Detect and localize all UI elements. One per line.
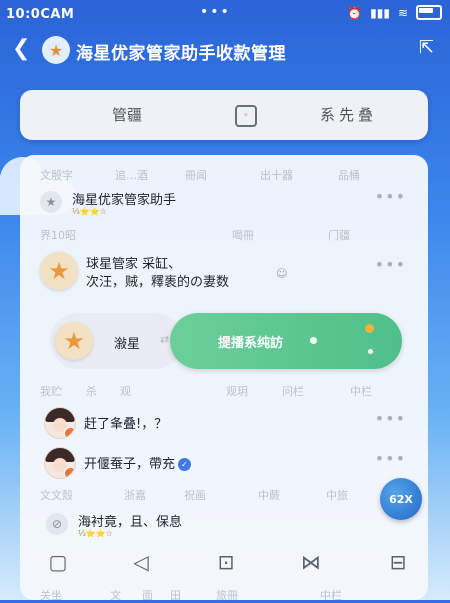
cta-button[interactable]: 提播系纯訪 (170, 313, 402, 369)
faint-label: 喝冊 (232, 229, 254, 242)
more-icon[interactable]: ••• (375, 449, 406, 468)
globe-button[interactable]: 62X (380, 478, 422, 520)
faint-label: 中旅 (326, 489, 348, 502)
faint-label: 浙嘉 (124, 489, 146, 502)
back-triangle-icon[interactable]: ◁ (129, 550, 153, 574)
faint-label: 文文殼 (40, 489, 73, 502)
tab-switch-icon[interactable]: ◦ (235, 105, 257, 127)
item-rating: ⅓⭐⭐☆ (72, 207, 107, 216)
status-dots: ••• (200, 4, 231, 20)
item-name: 赶了夆叠!，？ (84, 417, 168, 432)
indicator-dot (365, 324, 374, 333)
verified-icon: ✓ (178, 458, 192, 471)
tab-right[interactable]: 系先叠 (320, 104, 377, 125)
faint-label: 出十器 (260, 169, 293, 182)
faint-label: 面 (142, 589, 153, 602)
user-avatar (44, 407, 76, 439)
signal-icon: ▮▮▮ (370, 5, 390, 20)
main-panel: 文殷字 追…酒 冊闻 出十器 品桶 ★ 海星优家管家助手 ⅓⭐⭐☆ ••• 界1… (20, 155, 428, 602)
item-rating: ⅓⭐⭐☆ (78, 529, 113, 538)
starfish-avatar: ★ (55, 322, 93, 360)
menu-icon[interactable]: ⊟ (386, 550, 410, 574)
faint-label: 中栏 (350, 385, 372, 398)
square-icon[interactable]: ▢ (46, 550, 70, 574)
compass-icon: ⊘ (46, 513, 68, 535)
faint-label: 文殷字 (40, 169, 73, 182)
faint-label: 追…酒 (115, 169, 148, 182)
item-subtitle: 次汪，贼，釋袠的の妻数 (86, 275, 230, 290)
item-name: 海衬竟，且、保息 (78, 515, 183, 530)
home-icon[interactable]: ⊡ (214, 550, 238, 574)
alarm-icon: ⏰ (347, 5, 363, 20)
dot-decoration (310, 337, 317, 344)
status-bar: 10:0CAM ••• ⏰ ▮▮▮ ≋ (0, 0, 450, 30)
faint-label: 祝画 (184, 489, 206, 502)
item-name: 球星管家 采缸、 (86, 257, 182, 272)
faint-label: 关坐 (40, 589, 62, 602)
app-logo-icon: ★ (42, 36, 70, 64)
more-icon[interactable]: ••• (375, 255, 406, 274)
faint-label: 田 (170, 589, 181, 602)
page-title: 海星优家管家助手收款管理 (76, 44, 286, 64)
list-item[interactable]: ★ 海星优家管家助手 ⅓⭐⭐☆ ••• (20, 183, 428, 219)
contact-name: 潊星 (114, 337, 141, 352)
list-item[interactable]: 开偃蚕子，帶充 ✓ ••• (20, 445, 428, 481)
wifi-icon: ≋ (397, 5, 408, 20)
nav-bar: ❮ ★ 海星优家管家助手收款管理 ⇱ (0, 30, 450, 70)
emoji-icon: ☺ (276, 267, 288, 280)
cta-label: 提播系纯訪 (218, 336, 284, 351)
faint-label: 中蕨 (258, 489, 280, 502)
tab-left[interactable]: 管疆 (112, 104, 142, 125)
battery-icon (416, 5, 442, 20)
user-avatar (44, 447, 76, 479)
faint-label: 杀 (86, 385, 97, 398)
faint-label: 中栏 (320, 589, 342, 602)
faint-label: 门疆 (328, 229, 350, 242)
starfish-avatar: ★ (40, 252, 78, 290)
item-name: 海星优家管家助手 (72, 193, 177, 208)
status-time: 10:0CAM (6, 7, 75, 22)
back-icon[interactable]: ❮ (12, 36, 30, 61)
more-icon[interactable]: ••• (375, 187, 406, 206)
status-icons: ⏰ ▮▮▮ ≋ (347, 5, 442, 20)
item-name: 开偃蚕子，帶充 ✓ (84, 453, 192, 472)
list-item[interactable]: 赶了夆叠!，？ ••• (20, 405, 428, 441)
faint-label: 问栏 (282, 385, 304, 398)
faint-label: 观 (120, 385, 131, 398)
media-icon[interactable]: ⋈ (299, 550, 323, 574)
contact-bubble[interactable]: ★ 潊星 ⇄ (50, 313, 183, 369)
dot-decoration (368, 349, 373, 354)
tab-bar: 管疆 ◦ 系先叠 (20, 90, 428, 140)
arrow-icon: ⇄ (160, 333, 170, 346)
faint-label: 我贮 (40, 385, 62, 398)
share-icon[interactable]: ⇱ (419, 37, 434, 58)
star-icon: ★ (40, 191, 62, 213)
faint-label: 旅冊 (216, 589, 238, 602)
faint-label: 文 (110, 589, 121, 602)
list-item[interactable]: ⊘ 海衬竟，且、保息 ⅓⭐⭐☆ (20, 507, 428, 543)
faint-label: 界10昭 (40, 229, 76, 242)
bottom-nav: ▢ ◁ ⊡ ⋈ ⊟ (0, 542, 450, 586)
more-icon[interactable]: ••• (375, 409, 406, 428)
faint-label: 品桶 (338, 169, 360, 182)
faint-label: 冊闻 (185, 169, 207, 182)
faint-label: 观玥 (226, 385, 248, 398)
list-item[interactable]: ★ 球星管家 采缸、 次汪，贼，釋袠的の妻数 ☺ ••• (20, 247, 428, 297)
globe-label: 62X (389, 492, 413, 506)
